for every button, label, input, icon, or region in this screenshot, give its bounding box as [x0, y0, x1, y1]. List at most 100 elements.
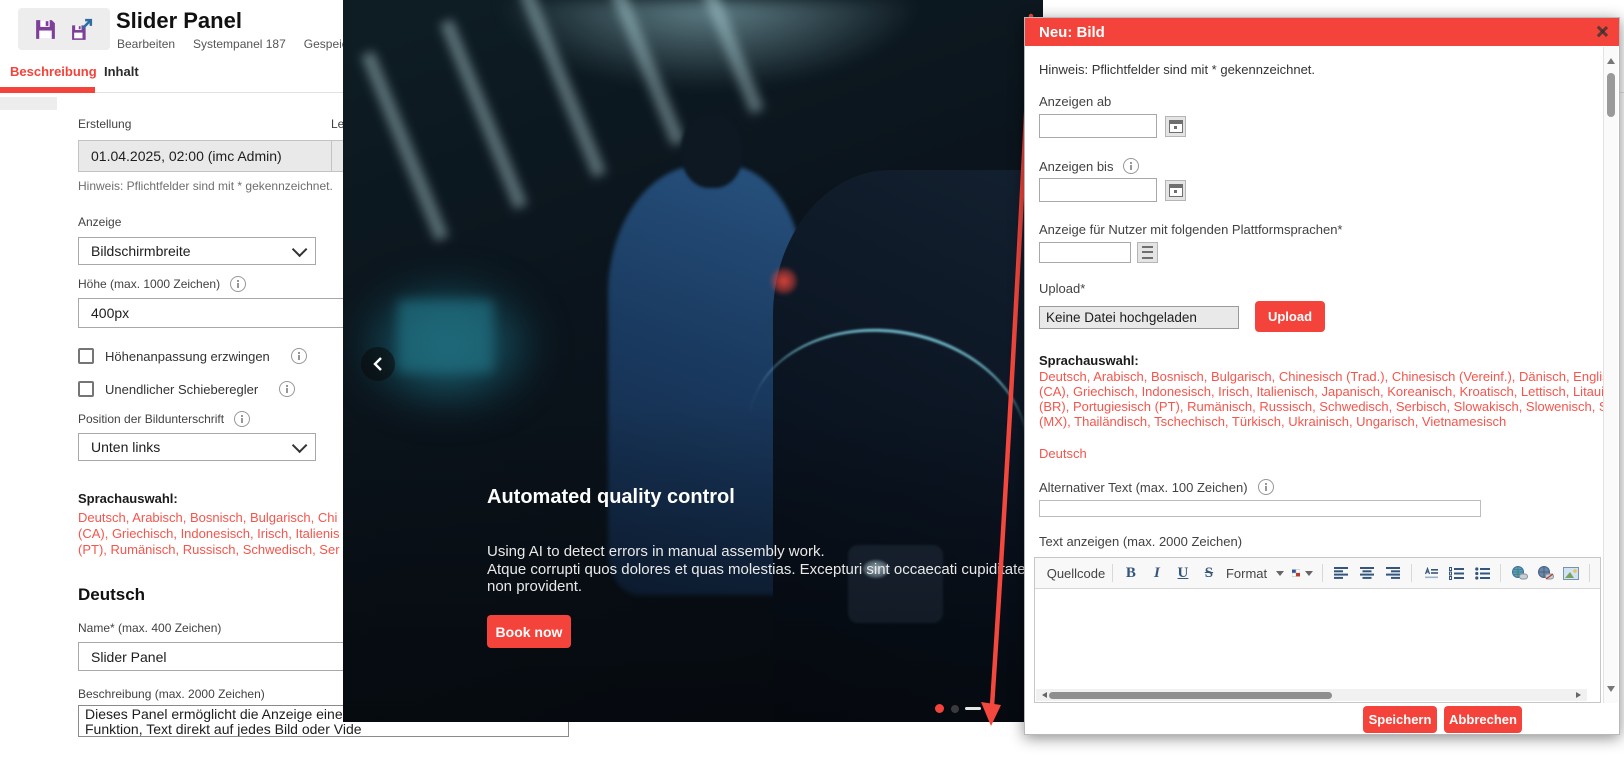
- strikethrough-icon: S: [1205, 565, 1213, 582]
- tab-inhalt[interactable]: Inhalt: [104, 64, 139, 79]
- name-input[interactable]: Slider Panel: [78, 642, 349, 671]
- slider-dot-active[interactable]: [935, 704, 944, 713]
- book-now-button[interactable]: Book now: [487, 615, 571, 648]
- align-left-button[interactable]: [1329, 562, 1353, 585]
- slide-text-line: Atque corrupti quos dolores et quas mole…: [487, 561, 1026, 579]
- erstellung-field: 01.04.2025, 02:00 (imc Admin): [78, 140, 340, 172]
- remove-link-button[interactable]: [1533, 562, 1557, 585]
- language-links-line[interactable]: (BR), Portugiesisch (PT), Rumänisch, Rus…: [1039, 399, 1604, 414]
- slider-dot[interactable]: [951, 705, 959, 713]
- save-icon[interactable]: [33, 17, 58, 42]
- hoehe-input[interactable]: 400px: [78, 298, 349, 328]
- info-icon[interactable]: [279, 381, 295, 397]
- alt-text-label-row: Alternativer Text (max. 100 Zeichen): [1039, 479, 1274, 495]
- strikethrough-button[interactable]: S: [1197, 562, 1221, 585]
- plattformsprachen-label: Anzeige für Nutzer mit folgenden Plattfo…: [1039, 222, 1343, 237]
- modal-header: Neu: Bild: [1025, 18, 1619, 46]
- save-and-exit-icon[interactable]: [70, 17, 95, 42]
- horizontal-scrollbar-thumb[interactable]: [1049, 692, 1332, 699]
- list-icon: [1142, 246, 1153, 259]
- info-icon[interactable]: [291, 348, 307, 364]
- schieberegler-checkbox[interactable]: [78, 381, 94, 397]
- chevron-down-icon: [292, 241, 308, 257]
- editor-content-area[interactable]: [1035, 589, 1600, 689]
- breadcrumb: Bearbeiten Systempanel 187 Gespeiche: [117, 37, 361, 51]
- slider-dash-indicator[interactable]: [965, 707, 981, 710]
- unlink-icon: [1537, 566, 1554, 580]
- bold-button[interactable]: B: [1119, 562, 1143, 585]
- align-right-button[interactable]: [1381, 562, 1405, 585]
- position-selected-value: Unten links: [91, 439, 160, 455]
- source-button-label: Quellcode: [1047, 566, 1106, 581]
- anzeigen-ab-input[interactable]: [1039, 114, 1157, 138]
- scroll-right-icon[interactable]: [1576, 692, 1584, 698]
- anzeigen-bis-input[interactable]: [1039, 178, 1157, 202]
- text-anzeigen-label: Text anzeigen (max. 2000 Zeichen): [1039, 534, 1242, 549]
- anzeigen-bis-label: Anzeigen bis: [1039, 159, 1113, 174]
- scroll-up-icon[interactable]: [1607, 54, 1615, 64]
- unordered-list-icon: [1475, 567, 1490, 580]
- plattformsprachen-input[interactable]: [1039, 242, 1131, 263]
- align-center-button[interactable]: [1355, 562, 1379, 585]
- save-button[interactable]: Speichern: [1363, 706, 1437, 733]
- tab-beschreibung[interactable]: Beschreibung: [10, 64, 97, 79]
- close-icon[interactable]: [1595, 25, 1608, 38]
- language-links-line[interactable]: (MX), Thailändisch, Tschechisch, Türkisc…: [1039, 414, 1604, 429]
- language-links-line[interactable]: Deutsch, Arabisch, Bosnisch, Bulgarisch,…: [1039, 369, 1604, 384]
- underline-button[interactable]: U: [1171, 562, 1195, 585]
- scroll-down-icon[interactable]: [1607, 686, 1615, 696]
- ceiling-glow: [493, 0, 923, 90]
- cancel-button[interactable]: Abbrechen: [1444, 706, 1522, 733]
- upload-button[interactable]: Upload: [1255, 301, 1325, 332]
- slider-prev-button[interactable]: [361, 347, 395, 381]
- unordered-list-button[interactable]: [1470, 562, 1494, 585]
- plattformsprachen-list-button[interactable]: [1137, 242, 1158, 263]
- selected-language-link[interactable]: Deutsch: [1039, 446, 1604, 461]
- info-icon[interactable]: [1123, 158, 1139, 174]
- name-label: Name* (max. 400 Zeichen): [78, 621, 221, 635]
- format-dropdown[interactable]: Format: [1223, 562, 1287, 585]
- editor-horizontal-scrollbar[interactable]: [1036, 689, 1587, 701]
- source-button[interactable]: Quellcode: [1041, 562, 1106, 585]
- hoehenanpassung-label: Höhenanpassung erzwingen: [105, 349, 270, 364]
- info-icon[interactable]: [234, 411, 250, 427]
- toolbar-separator: [1411, 564, 1412, 582]
- toolbar-separator: [1589, 564, 1590, 582]
- modal-vertical-scrollbar[interactable]: [1603, 47, 1618, 703]
- position-select[interactable]: Unten links: [78, 433, 316, 461]
- calendar-icon: [1169, 120, 1183, 133]
- alt-text-input[interactable]: [1039, 500, 1481, 517]
- info-icon[interactable]: [230, 276, 246, 292]
- insert-image-button[interactable]: [1559, 562, 1583, 585]
- language-links-line[interactable]: (PT), Rumänisch, Russisch, Schwedisch, S…: [78, 542, 340, 557]
- anzeige-select[interactable]: Bildschirmbreite: [78, 237, 316, 265]
- slide-text-line: Using AI to detect errors in manual asse…: [487, 543, 1026, 561]
- scroll-left-icon[interactable]: [1039, 692, 1047, 698]
- toolbar-separator: [1112, 564, 1113, 582]
- language-links-line[interactable]: (CA), Griechisch, Indonesisch, Irisch, I…: [1039, 384, 1604, 399]
- calendar-icon: [1169, 184, 1183, 197]
- info-icon[interactable]: [1258, 479, 1274, 495]
- slider-image: Automated quality control Using AI to de…: [343, 0, 1043, 722]
- anzeigen-ab-label: Anzeigen ab: [1039, 94, 1111, 109]
- schieberegler-row: Unendlicher Schieberegler: [78, 381, 295, 397]
- underline-icon: U: [1178, 565, 1189, 582]
- color-picker-icon: [1292, 567, 1300, 579]
- language-links-line[interactable]: Deutsch, Arabisch, Bosnisch, Bulgarisch,…: [78, 510, 337, 525]
- anzeige-selected-value: Bildschirmbreite: [91, 243, 191, 259]
- language-links-line[interactable]: (CA), Griechisch, Indonesisch, Irisch, I…: [78, 526, 340, 541]
- hoehenanpassung-checkbox[interactable]: [78, 348, 94, 364]
- align-center-icon: [1360, 567, 1374, 579]
- italic-button[interactable]: I: [1145, 562, 1169, 585]
- anzeigen-ab-calendar-button[interactable]: [1165, 116, 1186, 137]
- sprachauswahl-heading: Sprachauswahl:: [78, 491, 178, 506]
- align-right-icon: [1386, 567, 1400, 579]
- anzeigen-bis-calendar-button[interactable]: [1165, 180, 1186, 201]
- format-dropdown-label: Format: [1226, 566, 1267, 581]
- color-picker-button[interactable]: [1289, 562, 1316, 585]
- insert-link-button[interactable]: [1507, 562, 1531, 585]
- erstellung-value: 01.04.2025, 02:00 (imc Admin): [91, 148, 282, 164]
- vertical-scrollbar-thumb[interactable]: [1607, 73, 1615, 117]
- ordered-list-button[interactable]: [1444, 562, 1468, 585]
- indent-button[interactable]: [1418, 562, 1442, 585]
